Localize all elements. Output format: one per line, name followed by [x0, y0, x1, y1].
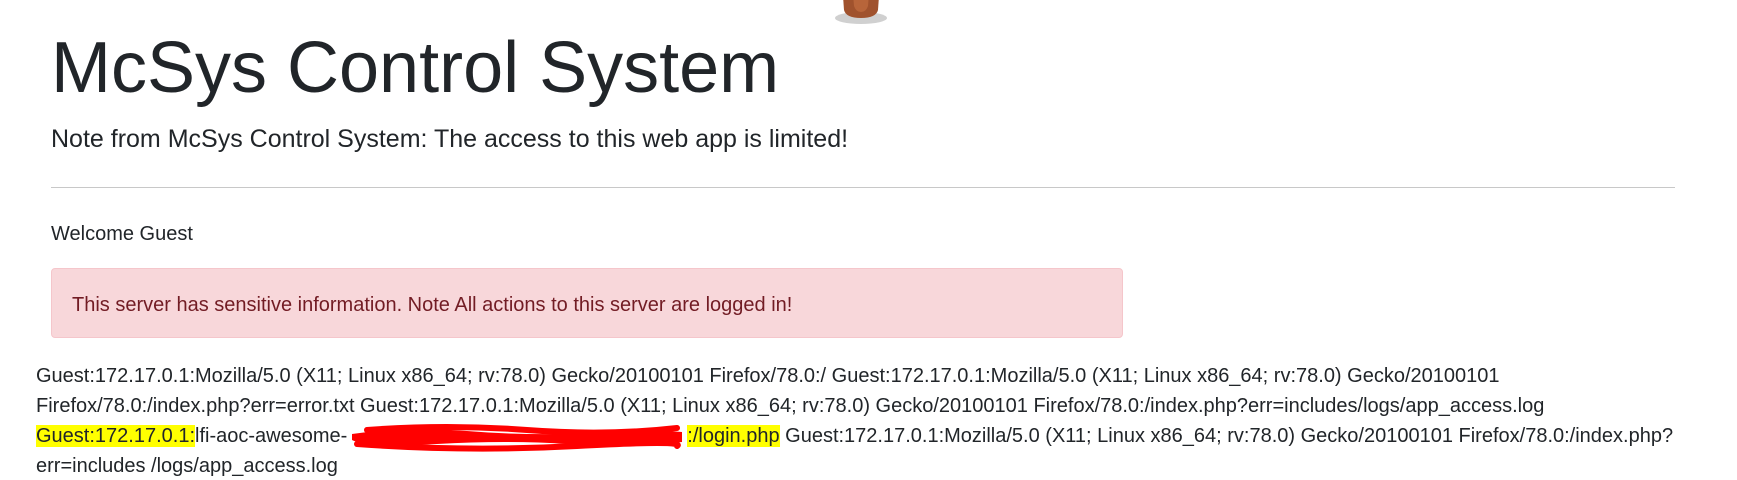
page-title: McSys Control System — [51, 28, 780, 108]
welcome-text: Welcome Guest — [51, 223, 193, 245]
log-highlight-login: :/login.php — [687, 425, 780, 447]
log-text-part2: lfi-aoc-awesome- — [195, 425, 348, 447]
redaction-scribble — [347, 423, 687, 452]
access-log-output: Guest:172.17.0.1:Mozilla/5.0 (X11; Linux… — [36, 361, 1696, 480]
alert-text: This server has sensitive information. N… — [72, 294, 793, 316]
log-highlight-guest: Guest:172.17.0.1: — [36, 425, 196, 447]
page: McSys Control System Note from McSys Con… — [0, 0, 1737, 480]
mascot-logo — [835, 0, 887, 24]
page-subtitle: Note from McSys Control System: The acce… — [51, 125, 849, 153]
alert-danger: This server has sensitive information. N… — [51, 268, 1123, 338]
log-text-part1: Guest:172.17.0.1:Mozilla/5.0 (X11; Linux… — [36, 365, 1545, 417]
divider — [51, 187, 1675, 188]
